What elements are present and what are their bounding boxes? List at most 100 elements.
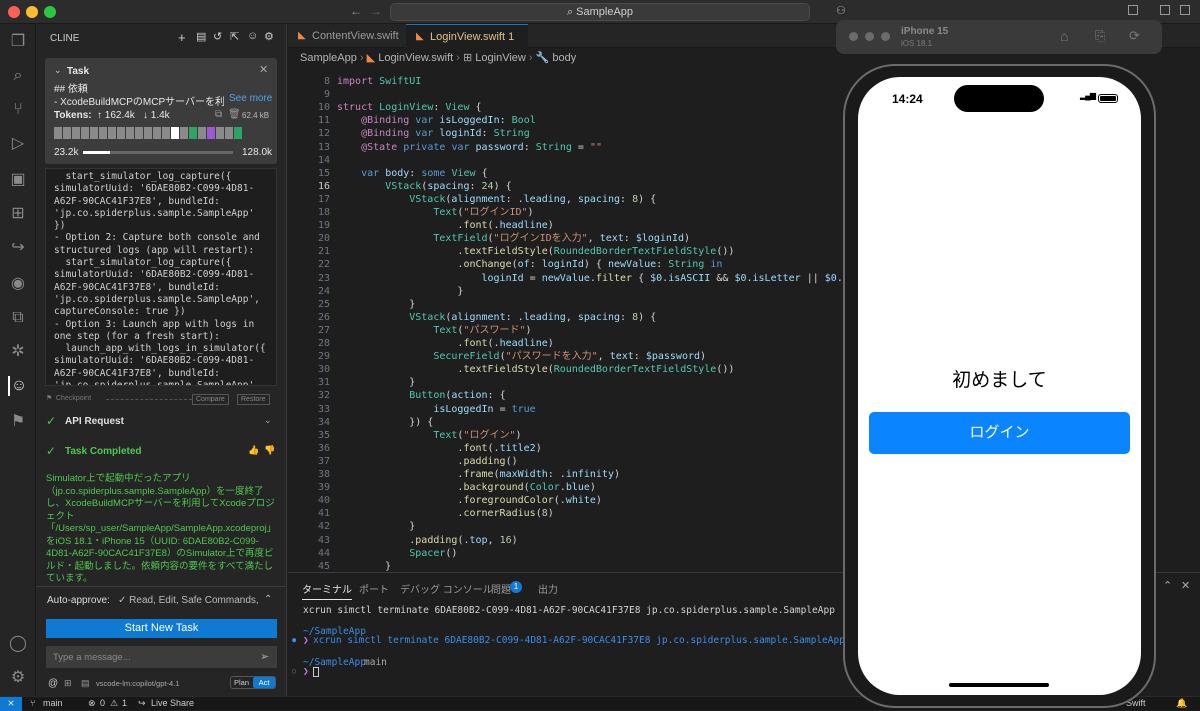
code-line[interactable]: 16 VStack(spacing: 24) { — [288, 180, 848, 193]
sim-minimize-button[interactable] — [865, 32, 874, 41]
tab-terminal[interactable]: ターミナル — [302, 581, 352, 600]
tab-debug-console[interactable]: デバッグ コンソール — [400, 581, 493, 596]
code-line[interactable]: 26 VStack(alignment: .leading, spacing: … — [288, 311, 848, 324]
send-icon[interactable]: ➢ — [260, 650, 269, 663]
git-branch[interactable]: main — [43, 697, 63, 710]
add-image-icon[interactable]: ⊞ — [64, 678, 72, 689]
history-icon[interactable]: ↺ — [213, 30, 222, 43]
delete-icon[interactable]: 🗑 — [228, 109, 241, 120]
code-line[interactable]: 19 .font(.headline) — [288, 219, 848, 232]
toggle-sidebar-icon[interactable] — [1128, 5, 1138, 15]
code-editor[interactable]: 8 import SwiftUI 9 10 struct LoginView: View… — [288, 68, 848, 572]
explorer-icon[interactable]: ❐ — [8, 32, 28, 52]
sim-close-button[interactable] — [849, 32, 858, 41]
code-line[interactable]: 11 @Binding var isLoggedIn: Bool — [288, 114, 848, 127]
mcp-servers-icon[interactable]: ▤ — [196, 30, 206, 43]
code-line[interactable]: 22 .onChange(of: loginId) { newValue: St… — [288, 258, 848, 271]
thumbs-down-icon[interactable]: 👎 — [264, 445, 275, 456]
tab-problems[interactable]: 問題 — [491, 581, 511, 596]
model-selector[interactable]: vscode-lm:copilot/gpt-4.1 — [96, 679, 179, 688]
code-line[interactable]: 20 TextField("ログインIDを入力", text: $loginId… — [288, 232, 848, 245]
close-task-icon[interactable]: ✕ — [259, 63, 268, 76]
code-line[interactable]: 18 Text("ログインID") — [288, 206, 848, 219]
code-line[interactable]: 43 .padding(.top, 16) — [288, 534, 848, 547]
code-line[interactable]: 30 .textFieldStyle(RoundedBorderTextFiel… — [288, 363, 848, 376]
search-icon[interactable]: ⌕ — [8, 66, 28, 86]
code-line[interactable]: 34 }) { — [288, 416, 848, 429]
message-input-box[interactable]: Type a message... ➢ — [46, 646, 277, 668]
remote-indicator-icon[interactable]: ⨯ — [0, 697, 22, 711]
code-line[interactable]: 33 isLoggedIn = true — [288, 403, 848, 416]
restore-button[interactable]: Restore — [237, 394, 270, 405]
code-line[interactable]: 17 VStack(alignment: .leading, spacing: … — [288, 193, 848, 206]
sim-zoom-button[interactable] — [881, 32, 890, 41]
notifications-icon[interactable]: 🔔 — [1176, 697, 1187, 710]
code-line[interactable]: 27 Text("パスワード") — [288, 324, 848, 337]
compare-button[interactable]: Compare — [192, 394, 229, 405]
code-line[interactable]: 32 Button(action: { — [288, 389, 848, 402]
bookmark-icon[interactable]: ⚑ — [8, 412, 28, 432]
command-center-search[interactable]: ⌕ SampleApp — [390, 3, 810, 21]
account-icon[interactable]: ◯ — [8, 634, 28, 654]
source-control-icon[interactable]: ⑂ — [8, 100, 28, 120]
account-icon[interactable]: ☺ — [247, 30, 258, 42]
code-line[interactable]: 12 @Binding var loginId: String — [288, 127, 848, 140]
copilot-agent-icon[interactable]: ✲ — [8, 342, 28, 362]
code-line[interactable]: 21 .textFieldStyle(RoundedBorderTextFiel… — [288, 245, 848, 258]
plan-mode[interactable]: Plan — [234, 678, 249, 687]
code-line[interactable]: 9 — [288, 88, 848, 101]
code-line[interactable]: 41 .cornerRadius(8) — [288, 507, 848, 520]
breadcrumb-file[interactable]: LoginView.swift — [378, 52, 453, 64]
breadcrumb-symbol[interactable]: body — [552, 52, 576, 64]
code-line[interactable]: 45 } — [288, 560, 848, 572]
code-line[interactable]: 31 } — [288, 376, 848, 389]
screenshot-icon[interactable]: ⎘ — [1095, 28, 1105, 44]
mcp-icon[interactable]: ▤ — [81, 678, 90, 689]
live-share-button[interactable]: Live Share — [151, 697, 194, 710]
api-request-label[interactable]: API Request — [65, 416, 124, 427]
containers-icon[interactable]: ⧉ — [8, 308, 28, 328]
breadcrumb-project[interactable]: SampleApp — [300, 52, 357, 64]
code-line[interactable]: 15 var body: some View { — [288, 167, 848, 180]
tab-loginview[interactable]: ◣ LoginView.swift 1 — [406, 24, 528, 48]
tab-output[interactable]: 出力 — [538, 581, 558, 596]
auto-approve-value[interactable]: ✓ Read, Edit, Safe Commands, — [118, 595, 259, 606]
tab-ports[interactable]: ポート — [359, 581, 389, 596]
breadcrumb-struct[interactable]: LoginView — [475, 52, 526, 64]
close-panel-icon[interactable]: ✕ — [1181, 579, 1190, 592]
cline-icon[interactable]: ☺ — [8, 376, 28, 396]
collapse-chevron-icon[interactable]: ⌄ — [54, 65, 62, 76]
rotate-icon[interactable]: ⟳ — [1129, 28, 1140, 44]
code-line[interactable]: 13 @State private var password: String =… — [288, 141, 848, 154]
code-line[interactable]: 24 } — [288, 285, 848, 298]
code-line[interactable]: 10 struct LoginView: View { — [288, 101, 848, 114]
settings-icon[interactable]: ⚙ — [264, 30, 274, 43]
copilot-icon[interactable]: ⚇ — [836, 4, 846, 17]
plan-act-toggle[interactable]: Plan Act — [230, 676, 276, 689]
login-button[interactable]: ログイン — [869, 412, 1130, 454]
act-mode[interactable]: Act — [253, 677, 275, 688]
maximize-window-button[interactable] — [44, 6, 56, 18]
home-icon[interactable]: ⌂ — [1060, 28, 1068, 44]
auto-approve-chevron-icon[interactable]: ⌃ — [264, 594, 272, 605]
new-task-icon[interactable]: + — [178, 30, 186, 45]
github-icon[interactable]: ◉ — [8, 274, 28, 294]
settings-gear-icon[interactable]: ⚙ — [8, 668, 28, 688]
code-line[interactable]: 42 } — [288, 520, 848, 533]
code-line[interactable]: 29 SecureField("パスワードを入力", text: $passwo… — [288, 350, 848, 363]
thumbs-up-icon[interactable]: 👍 — [248, 445, 259, 456]
code-line[interactable]: 40 .foregroundColor(.white) — [288, 494, 848, 507]
expand-chevron-icon[interactable]: ⌄ — [264, 415, 272, 426]
errors-count[interactable]: 0 — [100, 697, 105, 710]
run-debug-icon[interactable]: ▷ — [8, 134, 28, 154]
code-line[interactable]: 14 — [288, 154, 848, 167]
close-window-button[interactable] — [8, 6, 20, 18]
forward-arrow-icon[interactable]: → — [370, 4, 382, 18]
popout-icon[interactable]: ⇱ — [230, 30, 239, 43]
code-line[interactable]: 38 .frame(maxWidth: .infinity) — [288, 468, 848, 481]
live-share-icon[interactable]: ↪ — [8, 238, 28, 258]
code-line[interactable]: 25 } — [288, 298, 848, 311]
extensions-icon[interactable]: ⊞ — [8, 204, 28, 224]
code-line[interactable]: 36 .font(.title2) — [288, 442, 848, 455]
code-line[interactable]: 39 .background(Color.blue) — [288, 481, 848, 494]
